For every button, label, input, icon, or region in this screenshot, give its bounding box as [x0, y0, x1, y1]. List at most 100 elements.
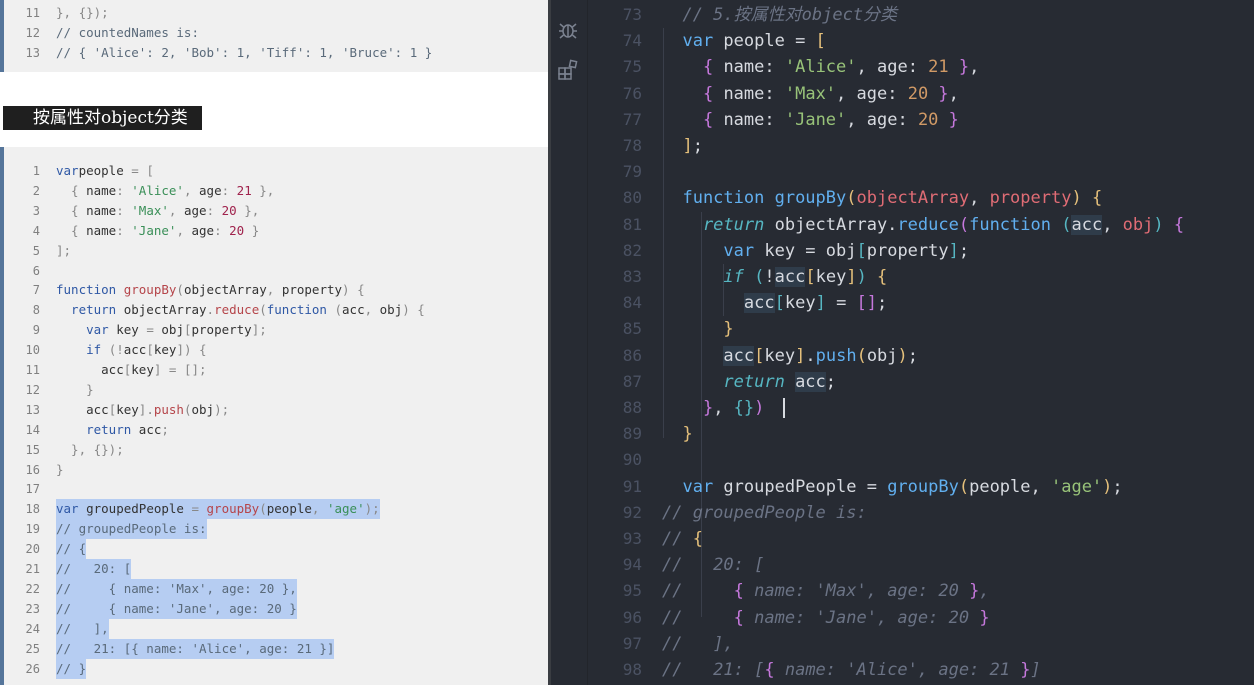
editor-line[interactable]: 80 function groupBy(objectArray, propert…: [588, 185, 1254, 211]
code-token: [: [146, 342, 154, 358]
editor-line[interactable]: 73 // 5.按属性对object分类: [588, 2, 1254, 28]
editor-line[interactable]: 83 if (!acc[key]) {: [588, 264, 1254, 290]
editor-line[interactable]: 76 { name: 'Max', age: 20 },: [588, 81, 1254, 107]
line-number: 2: [32, 183, 40, 198]
code-token: = [: [131, 163, 154, 178]
editor-line[interactable]: 74 var people = [: [588, 28, 1254, 54]
code-token: ): [1102, 476, 1113, 497]
line-number: 97: [622, 633, 642, 653]
code-token: (: [259, 302, 267, 318]
code-text[interactable]: var people = [: [662, 28, 826, 54]
extensions-icon[interactable]: [557, 59, 579, 81]
code-token: return: [662, 214, 775, 235]
code-token: }: [662, 398, 714, 418]
code-token: name: [86, 202, 117, 218]
editor-line[interactable]: 86 acc[key].push(obj);: [588, 343, 1254, 369]
code-token: groupedPeople: [86, 501, 192, 517]
code-text[interactable]: var key = obj[property];: [662, 238, 969, 264]
code-text[interactable]: if (!acc[key]) {: [662, 264, 887, 290]
editor-line[interactable]: 81 return objectArray.reduce(function (a…: [588, 212, 1254, 238]
code-token: ) {: [342, 282, 365, 298]
code-token: ) {: [1071, 188, 1103, 209]
editor-line[interactable]: 79: [588, 159, 1254, 185]
code-token: // ],: [662, 633, 734, 654]
code-text[interactable]: // ],: [662, 631, 734, 657]
line-number: 81: [622, 214, 642, 234]
editor-line[interactable]: 97 // ],: [588, 631, 1254, 657]
code-line: 23 // { name: 'Jane', age: 20 }: [4, 598, 544, 619]
editor-line[interactable]: 84 acc[key] = [];: [588, 290, 1254, 316]
code-token: ,: [969, 188, 990, 209]
code-text[interactable]: ];: [662, 133, 703, 159]
code-text[interactable]: var groupedPeople = groupBy(people, 'age…: [662, 474, 1122, 500]
line-number: 8: [32, 303, 40, 318]
editor-line[interactable]: 75 { name: 'Alice', age: 21 },: [588, 54, 1254, 80]
code-text[interactable]: // 5.按属性对object分类: [662, 2, 897, 28]
line-number: 73: [622, 5, 642, 24]
code-token: :: [214, 222, 230, 238]
code-text[interactable]: { name: 'Jane', age: 20 }: [662, 107, 959, 133]
line-number: 93: [622, 529, 642, 548]
editor-line[interactable]: 88 }, {}): [588, 395, 1254, 421]
code-token: // {: [56, 541, 87, 557]
code-token: [: [815, 31, 826, 52]
code-text[interactable]: // 20: [: [662, 552, 764, 578]
code-text[interactable]: // { name: 'Max', age: 20 },: [662, 578, 990, 604]
line-number: 4: [32, 223, 40, 238]
editor-line[interactable]: 94 // 20: [: [588, 552, 1254, 578]
code-line: 13 acc[key].push(obj);: [4, 400, 544, 420]
code-line: 14 return acc;: [4, 420, 544, 440]
code-text[interactable]: // {: [662, 526, 703, 552]
code-text[interactable]: return objectArray.reduce(function (acc,…: [662, 212, 1184, 238]
code-token: // groupedPeople is:: [662, 502, 867, 523]
code-text[interactable]: function groupBy(objectArray, property) …: [662, 185, 1102, 211]
code-text[interactable]: // groupedPeople is:: [662, 500, 867, 526]
code-text[interactable]: acc[key].push(obj);: [662, 343, 918, 369]
line-number: 14: [25, 422, 40, 437]
code-text[interactable]: return acc;: [662, 369, 836, 395]
code-token: groupBy: [887, 476, 959, 497]
editor-line[interactable]: 85 }: [588, 316, 1254, 342]
editor-line[interactable]: 93 // {: [588, 526, 1254, 552]
code-text: var groupedPeople = groupBy(people, 'age…: [56, 499, 380, 520]
editor-line[interactable]: 95 // { name: 'Max', age: 20 },: [588, 578, 1254, 604]
editor-line[interactable]: 98 // 21: [{ name: 'Alice', age: 21 }]: [588, 657, 1254, 683]
code-token: {: [702, 109, 724, 130]
code-token: acc: [723, 345, 755, 366]
code-text[interactable]: }: [662, 421, 692, 447]
code-text[interactable]: { name: 'Max', age: 20 },: [662, 81, 959, 107]
code-line: 8 return objectArray.reduce(function (ac…: [4, 300, 544, 320]
code-token: ]: [846, 267, 857, 287]
editor-line[interactable]: 91 var groupedPeople = groupBy(people, '…: [588, 474, 1254, 500]
code-token: return: [56, 302, 124, 318]
editor-line[interactable]: 82 var key = obj[property];: [588, 238, 1254, 264]
code-text[interactable]: // { name: 'Jane', age: 20 }: [662, 605, 990, 631]
code-token: :: [116, 222, 132, 238]
code-text[interactable]: acc[key] = [];: [662, 290, 887, 316]
code-line: 7 function groupBy(objectArray, property)…: [4, 280, 544, 300]
code-token: ,: [168, 202, 184, 218]
editor-line[interactable]: 96 // { name: 'Jane', age: 20 }: [588, 605, 1254, 631]
debug-icon[interactable]: [557, 19, 579, 41]
code-token: var: [662, 476, 724, 497]
editor-line[interactable]: 89 }: [588, 421, 1254, 447]
code-text: { name: 'Max', age: 20 },: [56, 201, 259, 221]
code-token: }: [969, 581, 980, 602]
editor-line[interactable]: 78 ];: [588, 133, 1254, 159]
code-text[interactable]: }: [662, 316, 733, 342]
code-token: age: [191, 222, 215, 238]
code-token: key: [153, 342, 177, 358]
code-editor[interactable]: 73 // 5.按属性对object分类 74 var people = [75 …: [551, 0, 1254, 685]
editor-line[interactable]: 92 // groupedPeople is:: [588, 500, 1254, 526]
editor-line[interactable]: 90: [588, 447, 1254, 473]
editor-line[interactable]: 87 return acc;: [588, 369, 1254, 395]
code-text[interactable]: }, {}): [662, 395, 764, 421]
code-token: // { 'Alice': 2, 'Bob': 1, 'Tiff': 1, 'B…: [56, 45, 433, 60]
editor-line[interactable]: 77 { name: 'Jane', age: 20 }: [588, 107, 1254, 133]
code-token: {: [56, 182, 87, 198]
code-token: objectArray.: [774, 214, 898, 235]
code-token: 21: [236, 182, 252, 198]
code-text[interactable]: // 21: [{ name: 'Alice', age: 21 }]: [662, 657, 1041, 683]
code-text[interactable]: { name: 'Alice', age: 21 },: [662, 54, 979, 80]
